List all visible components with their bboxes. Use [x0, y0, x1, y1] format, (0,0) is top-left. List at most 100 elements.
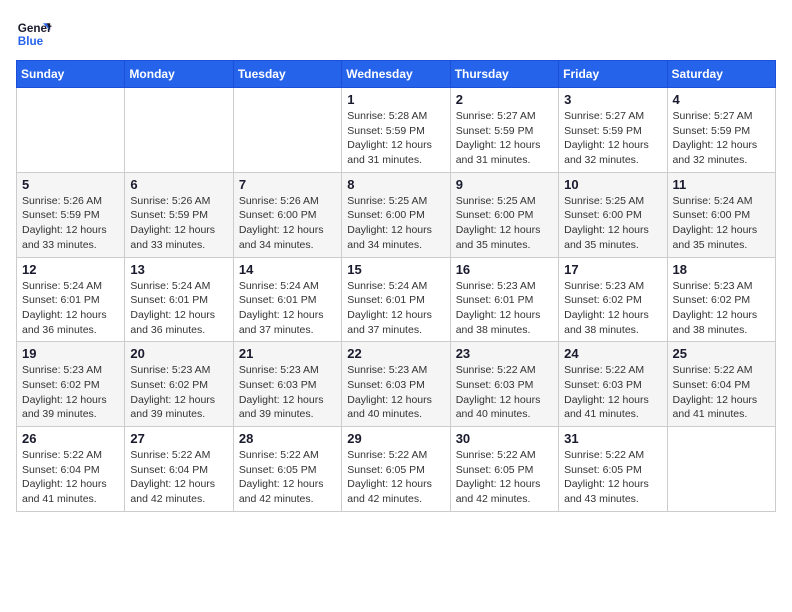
- day-info: Sunrise: 5:22 AMSunset: 6:05 PMDaylight:…: [347, 448, 444, 507]
- day-number: 11: [673, 177, 770, 192]
- calendar-day-cell: 17 Sunrise: 5:23 AMSunset: 6:02 PMDayligh…: [559, 257, 667, 342]
- calendar-day-cell: 22 Sunrise: 5:23 AMSunset: 6:03 PMDayligh…: [342, 342, 450, 427]
- calendar-day-cell: 24 Sunrise: 5:22 AMSunset: 6:03 PMDayligh…: [559, 342, 667, 427]
- day-number: 12: [22, 262, 119, 277]
- day-info: Sunrise: 5:22 AMSunset: 6:03 PMDaylight:…: [564, 363, 661, 422]
- day-info: Sunrise: 5:24 AMSunset: 6:01 PMDaylight:…: [239, 279, 336, 338]
- day-number: 8: [347, 177, 444, 192]
- day-number: 25: [673, 346, 770, 361]
- calendar-week-row: 26 Sunrise: 5:22 AMSunset: 6:04 PMDayligh…: [17, 427, 776, 512]
- calendar-week-row: 19 Sunrise: 5:23 AMSunset: 6:02 PMDayligh…: [17, 342, 776, 427]
- day-of-week-header: Thursday: [450, 61, 558, 88]
- day-info: Sunrise: 5:25 AMSunset: 6:00 PMDaylight:…: [456, 194, 553, 253]
- day-info: Sunrise: 5:25 AMSunset: 6:00 PMDaylight:…: [564, 194, 661, 253]
- calendar-day-cell: 14 Sunrise: 5:24 AMSunset: 6:01 PMDayligh…: [233, 257, 341, 342]
- day-info: Sunrise: 5:23 AMSunset: 6:03 PMDaylight:…: [347, 363, 444, 422]
- day-of-week-header: Sunday: [17, 61, 125, 88]
- calendar-day-cell: 28 Sunrise: 5:22 AMSunset: 6:05 PMDayligh…: [233, 427, 341, 512]
- day-info: Sunrise: 5:26 AMSunset: 5:59 PMDaylight:…: [22, 194, 119, 253]
- calendar-day-cell: 3Sunrise: 5:27 AMSunset: 5:59 PMDaylight…: [559, 88, 667, 173]
- calendar-day-cell: 21 Sunrise: 5:23 AMSunset: 6:03 PMDayligh…: [233, 342, 341, 427]
- calendar-day-cell: 6Sunrise: 5:26 AMSunset: 5:59 PMDaylight…: [125, 172, 233, 257]
- day-number: 14: [239, 262, 336, 277]
- day-info: Sunrise: 5:22 AMSunset: 6:03 PMDaylight:…: [456, 363, 553, 422]
- day-info: Sunrise: 5:23 AMSunset: 6:02 PMDaylight:…: [673, 279, 770, 338]
- day-of-week-header: Tuesday: [233, 61, 341, 88]
- calendar-day-cell: [125, 88, 233, 173]
- calendar-day-cell: 15 Sunrise: 5:24 AMSunset: 6:01 PMDayligh…: [342, 257, 450, 342]
- day-info: Sunrise: 5:24 AMSunset: 6:00 PMDaylight:…: [673, 194, 770, 253]
- day-info: Sunrise: 5:22 AMSunset: 6:04 PMDaylight:…: [22, 448, 119, 507]
- calendar-day-cell: 20 Sunrise: 5:23 AMSunset: 6:02 PMDayligh…: [125, 342, 233, 427]
- day-info: Sunrise: 5:22 AMSunset: 6:04 PMDaylight:…: [130, 448, 227, 507]
- day-number: 6: [130, 177, 227, 192]
- calendar-day-cell: 18 Sunrise: 5:23 AMSunset: 6:02 PMDayligh…: [667, 257, 775, 342]
- day-number: 5: [22, 177, 119, 192]
- calendar-day-cell: 27 Sunrise: 5:22 AMSunset: 6:04 PMDayligh…: [125, 427, 233, 512]
- logo-icon: General Blue: [16, 16, 52, 52]
- day-number: 2: [456, 92, 553, 107]
- calendar-day-cell: 31 Sunrise: 5:22 AMSunset: 6:05 PMDayligh…: [559, 427, 667, 512]
- day-info: Sunrise: 5:22 AMSunset: 6:05 PMDaylight:…: [239, 448, 336, 507]
- day-info: Sunrise: 5:22 AMSunset: 6:04 PMDaylight:…: [673, 363, 770, 422]
- day-info: Sunrise: 5:23 AMSunset: 6:02 PMDaylight:…: [564, 279, 661, 338]
- logo: General Blue: [16, 16, 56, 52]
- day-number: 19: [22, 346, 119, 361]
- day-info: Sunrise: 5:28 AMSunset: 5:59 PMDaylight:…: [347, 109, 444, 168]
- day-info: Sunrise: 5:23 AMSunset: 6:02 PMDaylight:…: [22, 363, 119, 422]
- day-number: 10: [564, 177, 661, 192]
- day-info: Sunrise: 5:24 AMSunset: 6:01 PMDaylight:…: [130, 279, 227, 338]
- day-info: Sunrise: 5:22 AMSunset: 6:05 PMDaylight:…: [456, 448, 553, 507]
- calendar-day-cell: 16Sunrise: 5:23 AMSunset: 6:01 PMDayligh…: [450, 257, 558, 342]
- day-of-week-header: Saturday: [667, 61, 775, 88]
- day-of-week-header: Monday: [125, 61, 233, 88]
- calendar-day-cell: 23Sunrise: 5:22 AMSunset: 6:03 PMDayligh…: [450, 342, 558, 427]
- day-info: Sunrise: 5:23 AMSunset: 6:03 PMDaylight:…: [239, 363, 336, 422]
- calendar-day-cell: 8 Sunrise: 5:25 AMSunset: 6:00 PMDaylight…: [342, 172, 450, 257]
- day-number: 26: [22, 431, 119, 446]
- day-of-week-header: Wednesday: [342, 61, 450, 88]
- calendar-day-cell: 12 Sunrise: 5:24 AMSunset: 6:01 PMDayligh…: [17, 257, 125, 342]
- day-info: Sunrise: 5:24 AMSunset: 6:01 PMDaylight:…: [22, 279, 119, 338]
- calendar-day-cell: 4Sunrise: 5:27 AMSunset: 5:59 PMDaylight…: [667, 88, 775, 173]
- day-number: 20: [130, 346, 227, 361]
- day-number: 13: [130, 262, 227, 277]
- day-info: Sunrise: 5:25 AMSunset: 6:00 PMDaylight:…: [347, 194, 444, 253]
- calendar-day-cell: 29 Sunrise: 5:22 AMSunset: 6:05 PMDayligh…: [342, 427, 450, 512]
- day-number: 22: [347, 346, 444, 361]
- day-number: 4: [673, 92, 770, 107]
- calendar-day-cell: 11 Sunrise: 5:24 AMSunset: 6:00 PMDayligh…: [667, 172, 775, 257]
- calendar-week-row: 5 Sunrise: 5:26 AMSunset: 5:59 PMDaylight…: [17, 172, 776, 257]
- calendar-day-cell: 30Sunrise: 5:22 AMSunset: 6:05 PMDayligh…: [450, 427, 558, 512]
- day-number: 24: [564, 346, 661, 361]
- day-info: Sunrise: 5:27 AMSunset: 5:59 PMDaylight:…: [564, 109, 661, 168]
- day-number: 16: [456, 262, 553, 277]
- svg-text:Blue: Blue: [18, 35, 44, 48]
- day-info: Sunrise: 5:24 AMSunset: 6:01 PMDaylight:…: [347, 279, 444, 338]
- day-of-week-header: Friday: [559, 61, 667, 88]
- day-number: 21: [239, 346, 336, 361]
- day-number: 7: [239, 177, 336, 192]
- calendar-header: SundayMondayTuesdayWednesdayThursdayFrid…: [17, 61, 776, 88]
- day-number: 31: [564, 431, 661, 446]
- day-info: Sunrise: 5:22 AMSunset: 6:05 PMDaylight:…: [564, 448, 661, 507]
- day-number: 28: [239, 431, 336, 446]
- calendar-day-cell: [233, 88, 341, 173]
- day-number: 1: [347, 92, 444, 107]
- calendar-week-row: 12 Sunrise: 5:24 AMSunset: 6:01 PMDayligh…: [17, 257, 776, 342]
- day-info: Sunrise: 5:23 AMSunset: 6:02 PMDaylight:…: [130, 363, 227, 422]
- page-header: General Blue: [16, 16, 776, 52]
- day-number: 29: [347, 431, 444, 446]
- day-number: 27: [130, 431, 227, 446]
- calendar-day-cell: 19 Sunrise: 5:23 AMSunset: 6:02 PMDayligh…: [17, 342, 125, 427]
- calendar-day-cell: 7 Sunrise: 5:26 AMSunset: 6:00 PMDaylight…: [233, 172, 341, 257]
- day-info: Sunrise: 5:27 AMSunset: 5:59 PMDaylight:…: [456, 109, 553, 168]
- calendar-day-cell: 9Sunrise: 5:25 AMSunset: 6:00 PMDaylight…: [450, 172, 558, 257]
- calendar-week-row: 1 Sunrise: 5:28 AMSunset: 5:59 PMDaylight…: [17, 88, 776, 173]
- calendar-day-cell: 25 Sunrise: 5:22 AMSunset: 6:04 PMDayligh…: [667, 342, 775, 427]
- day-number: 18: [673, 262, 770, 277]
- day-number: 17: [564, 262, 661, 277]
- day-info: Sunrise: 5:26 AMSunset: 6:00 PMDaylight:…: [239, 194, 336, 253]
- calendar-day-cell: 1 Sunrise: 5:28 AMSunset: 5:59 PMDaylight…: [342, 88, 450, 173]
- day-number: 15: [347, 262, 444, 277]
